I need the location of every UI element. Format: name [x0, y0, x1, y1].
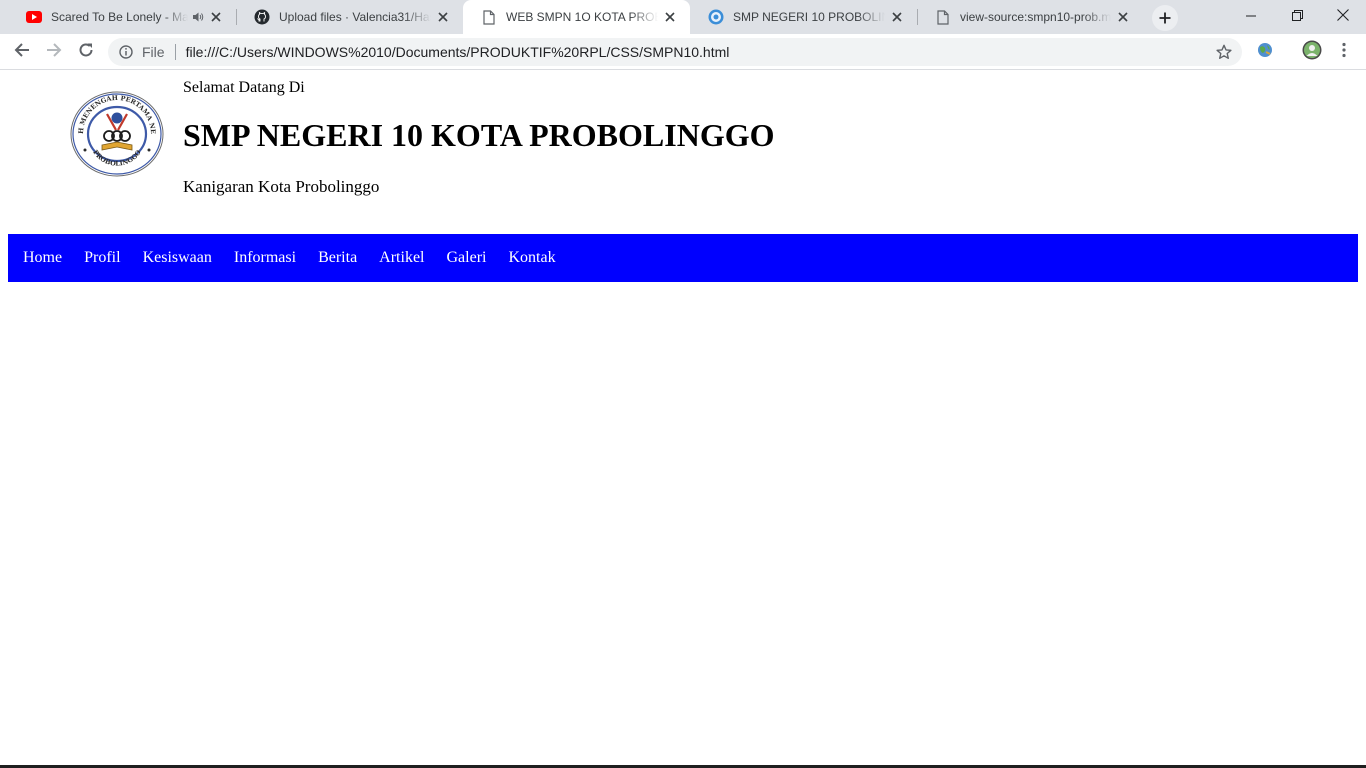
- school-address: Kanigaran Kota Probolinggo: [183, 177, 380, 196]
- reload-button[interactable]: [72, 38, 100, 66]
- web-page: SEKOLAH MENENGAH PERTAMA NEGERI 10 PROBO…: [0, 71, 1366, 768]
- tab-title: view-source:smpn10-prob.mysch.id: [960, 10, 1111, 24]
- url-text[interactable]: file:///C:/Users/WINDOWS%2010/Documents/…: [186, 44, 730, 60]
- tab-active[interactable]: WEB SMPN 1O KOTA PROBOLINGGO: [463, 0, 690, 34]
- tab-smpn10[interactable]: SMP NEGERI 10 PROBOLINGGO: [690, 0, 917, 34]
- browser-toolbar: File file:///C:/Users/WINDOWS%2010/Docum…: [0, 34, 1366, 70]
- close-window-button[interactable]: [1320, 0, 1366, 30]
- globe-icon: [708, 9, 724, 25]
- welcome-text: Selamat Datang Di: [183, 79, 305, 96]
- profile-button[interactable]: [1298, 38, 1326, 66]
- tab-title: SMP NEGERI 10 PROBOLINGGO: [733, 10, 885, 24]
- close-icon[interactable]: [662, 9, 678, 25]
- menu-item-galeri[interactable]: Galeri: [447, 249, 494, 267]
- restore-button[interactable]: [1274, 0, 1320, 30]
- forward-button[interactable]: [40, 38, 68, 66]
- menu-item-kesiswaan[interactable]: Kesiswaan: [143, 249, 219, 267]
- menu-item-artikel[interactable]: Artikel: [379, 249, 431, 267]
- menu-item-berita[interactable]: Berita: [318, 249, 364, 267]
- scheme-label: File: [142, 44, 165, 60]
- address-bar[interactable]: File file:///C:/Users/WINDOWS%2010/Docum…: [108, 38, 1242, 66]
- avatar: [1302, 40, 1322, 64]
- star-icon[interactable]: [1216, 44, 1232, 60]
- page-icon: [481, 9, 497, 25]
- arrow-right-icon: [46, 42, 62, 62]
- menu-item-home[interactable]: Home: [23, 249, 69, 267]
- restore-icon: [1291, 6, 1303, 25]
- tab-title: Upload files · Valencia31/HasilWeb: [279, 10, 431, 24]
- more-vert-icon: [1342, 42, 1346, 62]
- github-icon: [254, 9, 270, 25]
- page-icon: [935, 9, 951, 25]
- minimize-icon: [1246, 6, 1256, 25]
- page-title: SMP NEGERI 10 KOTA PROBOLINGGO: [183, 117, 775, 153]
- menu-item-profil[interactable]: Profil: [84, 249, 127, 267]
- back-button[interactable]: [8, 38, 36, 66]
- extension-button[interactable]: [1251, 38, 1279, 66]
- minimize-button[interactable]: [1228, 0, 1274, 30]
- close-icon[interactable]: [889, 9, 905, 25]
- speaker-icon[interactable]: [192, 11, 204, 23]
- new-tab-button[interactable]: [1152, 5, 1178, 31]
- reload-icon: [78, 42, 94, 62]
- close-icon[interactable]: [435, 9, 451, 25]
- omnibox-divider: [174, 44, 176, 60]
- tab-github[interactable]: Upload files · Valencia31/HasilWeb: [236, 0, 463, 34]
- close-icon[interactable]: [1115, 9, 1131, 25]
- youtube-icon: [26, 9, 42, 25]
- menu-button[interactable]: [1330, 38, 1358, 66]
- tab-youtube[interactable]: Scared To Be Lonely - Martin Garrix: [8, 0, 236, 34]
- menu-item-informasi[interactable]: Informasi: [234, 249, 303, 267]
- close-icon: [1337, 6, 1349, 25]
- arrow-left-icon: [14, 42, 30, 62]
- menu-item-kontak[interactable]: Kontak: [508, 249, 562, 267]
- tab-title: WEB SMPN 1O KOTA PROBOLINGGO: [506, 10, 658, 24]
- tab-title: Scared To Be Lonely - Martin Garrix: [51, 10, 188, 24]
- main-menu: Home Profil Kesiswaan Informasi Berita A…: [8, 234, 1358, 282]
- plus-icon: [1159, 9, 1171, 28]
- close-icon[interactable]: [208, 9, 224, 25]
- tab-strip: Scared To Be Lonely - Martin Garrix Uplo…: [0, 0, 1366, 34]
- tab-view-source[interactable]: view-source:smpn10-prob.mysch.id: [917, 0, 1143, 34]
- school-logo: SEKOLAH MENENGAH PERTAMA NEGERI 10 PROBO…: [65, 84, 165, 178]
- extension-globe-icon: [1256, 41, 1274, 63]
- info-icon[interactable]: [118, 44, 134, 60]
